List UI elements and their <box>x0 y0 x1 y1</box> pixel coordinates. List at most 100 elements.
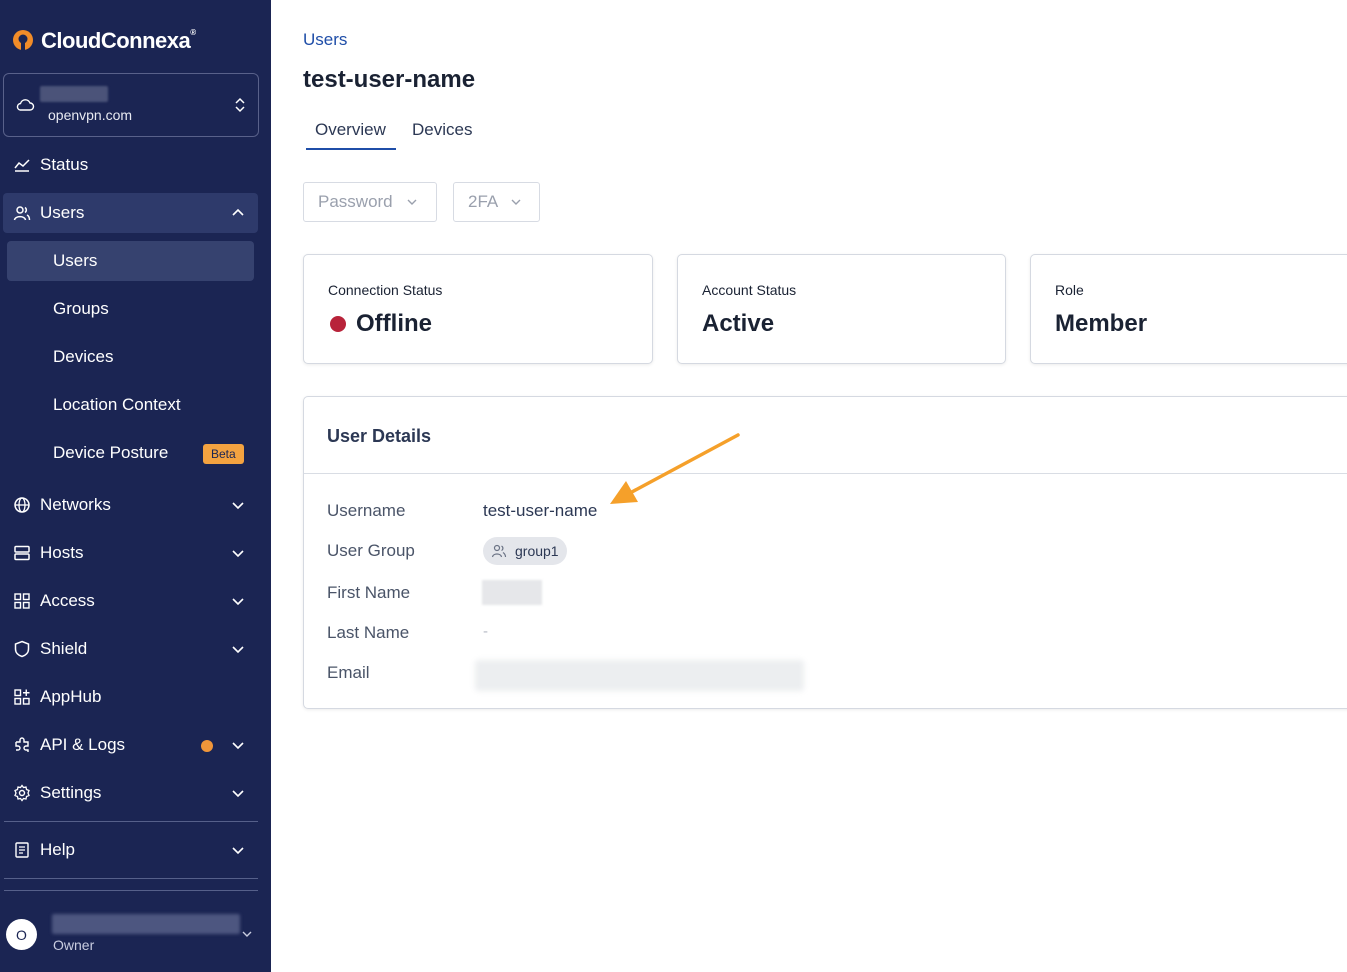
sidebar-item-label: AppHub <box>40 687 102 706</box>
sidebar-subitem-devices[interactable]: Devices <box>7 337 254 377</box>
page-title: test-user-name <box>303 66 476 93</box>
shield-icon <box>14 640 30 658</box>
chevron-down-icon <box>232 847 244 855</box>
sidebar-item-api-logs[interactable]: API & Logs <box>3 725 258 765</box>
first-name-label: First Name <box>327 583 411 602</box>
gear-icon <box>14 784 30 802</box>
sidebar-subitem-label: Users <box>53 251 98 270</box>
email-redacted <box>475 660 804 691</box>
chevron-down-icon <box>232 742 244 750</box>
sidebar-item-label: Settings <box>40 783 102 802</box>
chevron-down-icon <box>511 199 521 205</box>
up-down-chevron-icon <box>235 97 245 113</box>
tenant-selector[interactable]: openvpn.com <box>3 73 259 137</box>
account-status-label: Account Status <box>702 282 797 298</box>
sidebar-subitem-label: Device Posture <box>53 443 169 462</box>
sidebar-subitem-groups[interactable]: Groups <box>7 289 254 329</box>
account-status-card: Account Status Active <box>677 254 1006 364</box>
puzzle-icon <box>15 737 29 752</box>
role-label: Role <box>1055 282 1084 298</box>
email-label: Email <box>327 663 370 682</box>
user-details-panel: User Details Username test-user-name Use… <box>303 396 1347 709</box>
username-label: Username <box>327 501 406 520</box>
breadcrumb-users-link[interactable]: Users <box>303 30 347 50</box>
sidebar-item-label: Access <box>40 591 95 610</box>
last-name-label: Last Name <box>327 623 410 642</box>
offline-status-dot <box>330 316 346 332</box>
tab-overview[interactable]: Overview <box>306 112 396 150</box>
sidebar-subitem-label: Location Context <box>53 395 181 414</box>
sidebar-item-status[interactable]: Status <box>3 145 258 185</box>
sidebar-divider <box>4 890 258 891</box>
chevron-down-icon <box>232 646 244 654</box>
sidebar-subitem-label: Devices <box>53 347 114 366</box>
users-icon <box>491 544 507 558</box>
twofa-dropdown-label: 2FA <box>468 192 499 211</box>
twofa-dropdown[interactable]: 2FA <box>453 182 540 222</box>
document-icon <box>15 842 29 858</box>
sidebar-item-shield[interactable]: Shield <box>3 629 258 669</box>
sidebar-item-access[interactable]: Access <box>3 581 258 621</box>
chevron-down-icon <box>242 931 252 937</box>
connection-status-card: Connection Status Offline <box>303 254 653 364</box>
sidebar-item-label: API & Logs <box>40 735 126 754</box>
annotation-arrow-icon <box>610 433 740 504</box>
connection-status-label: Connection Status <box>328 282 443 298</box>
sidebar-item-label: Hosts <box>40 543 84 562</box>
last-name-value: - <box>483 623 488 640</box>
sidebar-item-settings[interactable]: Settings <box>3 773 258 813</box>
chevron-down-icon <box>232 550 244 558</box>
sidebar-subitem-label: Groups <box>53 299 109 318</box>
sidebar-subitem-device-posture[interactable]: Device Posture Beta <box>7 433 254 473</box>
account-menu[interactable]: O Owner <box>0 905 271 972</box>
cloud-icon <box>16 99 35 111</box>
password-dropdown[interactable]: Password <box>303 182 437 222</box>
role-value: Member <box>1055 310 1148 337</box>
sidebar: CloudConnexa® openvpn.com Status Users U… <box>0 0 271 972</box>
chart-line-icon <box>14 159 30 172</box>
sidebar-item-help[interactable]: Help <box>3 830 258 870</box>
group-chip[interactable]: group1 <box>483 537 567 565</box>
sidebar-item-hosts[interactable]: Hosts <box>3 533 258 573</box>
chevron-down-icon <box>232 598 244 606</box>
sidebar-item-label: Help <box>40 840 75 859</box>
user-group-label: User Group <box>327 541 415 560</box>
user-name-redacted <box>52 914 240 934</box>
sidebar-divider <box>4 878 258 879</box>
user-details-title: User Details <box>327 426 432 446</box>
sidebar-subitem-users[interactable]: Users <box>7 241 254 281</box>
chevron-up-icon <box>232 208 244 216</box>
password-dropdown-label: Password <box>318 192 393 211</box>
users-icon <box>13 206 31 221</box>
sidebar-item-label: Shield <box>40 639 88 658</box>
notification-dot <box>201 740 213 752</box>
tenant-name-redacted <box>40 86 108 102</box>
brand-logo[interactable]: CloudConnexa® <box>11 28 196 54</box>
chevron-down-icon <box>232 790 244 798</box>
account-status-value: Active <box>702 310 775 337</box>
chevron-down-icon <box>232 502 244 510</box>
sidebar-item-label: Networks <box>40 495 111 514</box>
beta-badge: Beta <box>203 444 244 464</box>
sidebar-item-networks[interactable]: Networks <box>3 485 258 525</box>
apps-add-icon <box>14 689 30 705</box>
chevron-down-icon <box>407 199 417 205</box>
group-chip-label: group1 <box>515 543 559 559</box>
sidebar-divider <box>4 821 258 822</box>
tenant-domain: openvpn.com <box>48 107 133 123</box>
sidebar-item-label: Status <box>40 155 89 174</box>
sidebar-item-label: Users <box>40 203 85 222</box>
server-icon <box>14 545 30 561</box>
sidebar-subitem-location-context[interactable]: Location Context <box>7 385 254 425</box>
brand-name: CloudConnexa® <box>41 28 196 53</box>
logo-mark-icon <box>13 30 33 51</box>
tab-devices[interactable]: Devices <box>412 112 472 150</box>
sidebar-item-users[interactable]: Users <box>3 193 258 233</box>
username-value: test-user-name <box>483 501 598 520</box>
grid-icon <box>14 593 30 609</box>
connection-status-value: Offline <box>356 310 432 337</box>
details-divider <box>304 473 1347 474</box>
role-card: Role Member <box>1030 254 1347 364</box>
sidebar-item-apphub[interactable]: AppHub <box>3 677 258 717</box>
user-role: Owner <box>53 937 95 953</box>
